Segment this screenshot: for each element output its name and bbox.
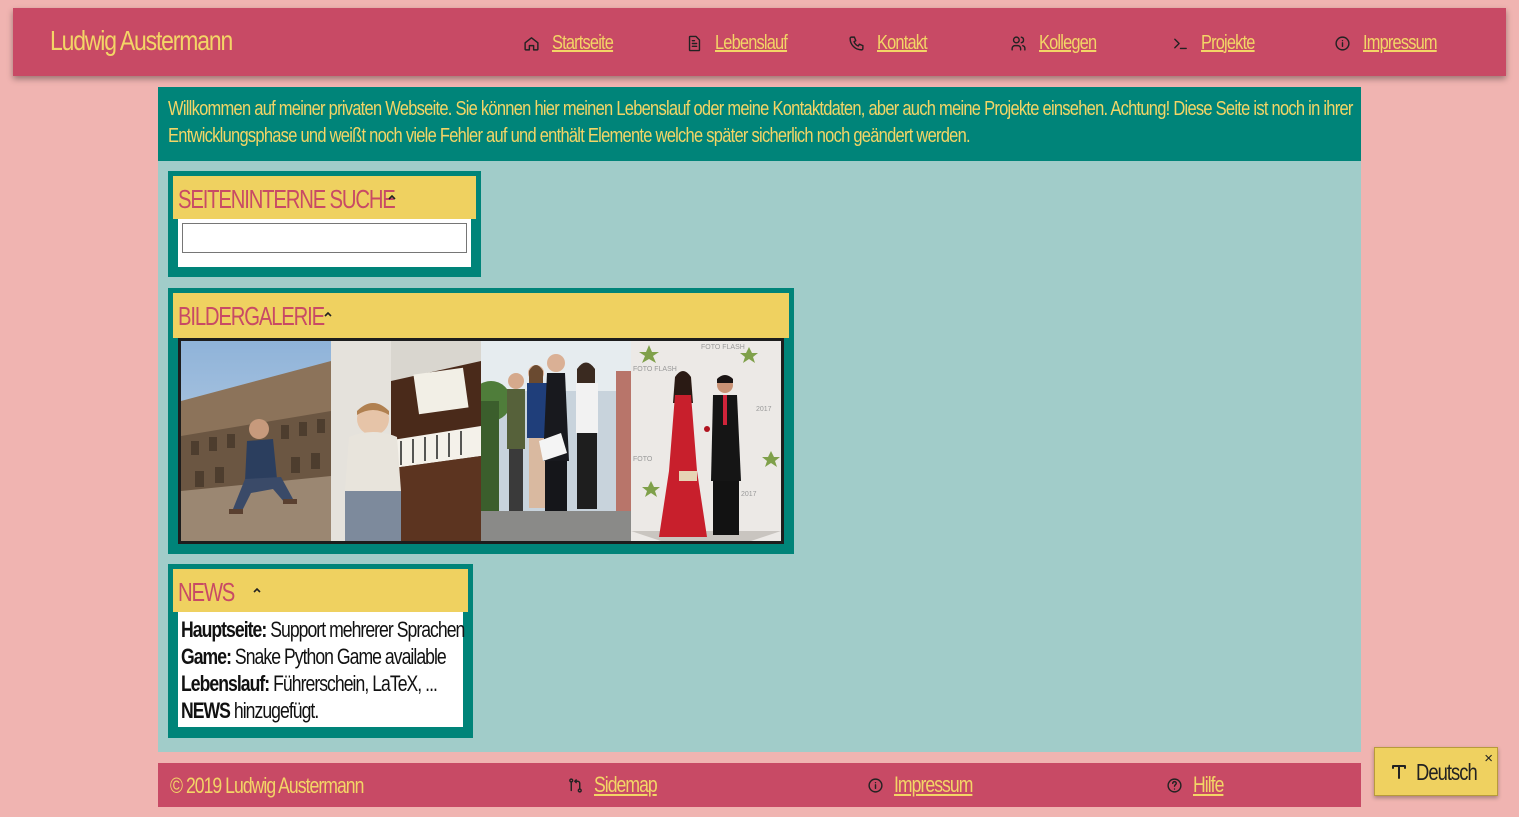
news-item-label: NEWS — [181, 698, 231, 723]
nav-impressum[interactable]: Impressum — [1334, 30, 1453, 56]
nav-lebenslauf[interactable]: Lebenslauf — [686, 30, 803, 56]
sitemap-icon — [569, 777, 582, 793]
help-icon — [1167, 777, 1182, 793]
news-item-text: hinzugefügt. — [229, 698, 319, 723]
news-item: NEWS hinzugefügt. — [181, 697, 319, 724]
language-switcher[interactable]: Deutsch × — [1374, 747, 1498, 796]
nav-label: Projekte — [1201, 31, 1255, 54]
footer-link-label: Sidemap — [594, 772, 658, 797]
news-widget: NEWS Hauptseite: Support mehrerer Sprach… — [168, 564, 473, 738]
language-label: Deutsch — [1416, 759, 1478, 785]
svg-text:FOTO: FOTO — [633, 456, 653, 463]
nav-kontakt[interactable]: Kontakt — [848, 30, 938, 56]
welcome-banner: Willkommen auf meiner privaten Webseite.… — [158, 87, 1361, 161]
news-item: Lebenslauf: Führerschein, LaTeX, ... — [181, 670, 438, 697]
site-header: Ludwig Austermann Startseite Lebenslauf … — [13, 8, 1506, 76]
search-widget-body — [178, 219, 471, 267]
gallery-widget-title: BILDERGALERIE — [178, 301, 325, 331]
info-icon — [1335, 35, 1350, 51]
phone-icon — [849, 35, 864, 51]
document-icon — [688, 35, 701, 51]
svg-text:2017: 2017 — [756, 406, 772, 413]
news-item-text: Snake Python Game available — [230, 644, 447, 669]
footer-link-hilfe[interactable]: Hilfe — [1166, 772, 1231, 798]
chevron-up-icon[interactable] — [386, 191, 398, 203]
footer-link-label: Hilfe — [1193, 772, 1224, 797]
news-item-label: Hauptseite: — [181, 617, 267, 642]
footer-link-label: Impressum — [894, 772, 973, 797]
text-icon — [1392, 765, 1406, 779]
gallery-strip: FOTO FLASH FOTO FLASH 2017 FOTO 2017 — [178, 338, 784, 544]
nav-kollegen[interactable]: Kollegen — [1010, 30, 1109, 56]
news-item: Hauptseite: Support mehrerer Sprachen — [181, 616, 465, 643]
gallery-photo[interactable]: FOTO FLASH FOTO FLASH 2017 FOTO 2017 — [631, 341, 781, 541]
chevron-up-icon[interactable] — [322, 308, 334, 320]
svg-text:FOTO FLASH: FOTO FLASH — [633, 366, 677, 373]
info-icon — [868, 777, 883, 793]
news-item-label: Game: — [181, 644, 232, 669]
news-item-label: Lebenslauf: — [181, 671, 270, 696]
news-list: Hauptseite: Support mehrerer Sprachen Ga… — [178, 612, 465, 727]
gallery-widget-header[interactable]: BILDERGALERIE — [173, 293, 789, 338]
news-item-text: Führerschein, LaTeX, ... — [269, 671, 438, 696]
news-item: Game: Snake Python Game available — [181, 643, 447, 670]
search-widget-title: SEITENINTERNE SUCHE — [178, 184, 396, 214]
svg-text:FOTO FLASH: FOTO FLASH — [701, 344, 745, 351]
copyright-text: © 2019 Ludwig Austermann — [170, 773, 364, 798]
nav-label: Kollegen — [1039, 31, 1097, 54]
nav-label: Lebenslauf — [715, 31, 788, 54]
nav-label: Startseite — [552, 31, 614, 54]
terminal-icon — [1174, 38, 1187, 49]
site-footer: © 2019 Ludwig Austermann Sidemap Impress… — [158, 763, 1361, 807]
welcome-text: Willkommen auf meiner privaten Webseite.… — [168, 98, 1353, 147]
news-item-text: Support mehrerer Sprachen — [266, 617, 465, 642]
nav-projekte[interactable]: Projekte — [1172, 30, 1266, 56]
users-icon — [1011, 35, 1026, 51]
nav-label: Impressum — [1363, 31, 1438, 54]
search-widget-header[interactable]: SEITENINTERNE SUCHE — [173, 176, 476, 219]
search-input[interactable] — [182, 223, 467, 253]
svg-text:2017: 2017 — [741, 491, 757, 498]
gallery-photo[interactable] — [481, 341, 631, 541]
chevron-up-icon[interactable] — [251, 584, 263, 596]
footer-link-sidemap[interactable]: Sidemap — [567, 772, 672, 798]
news-widget-header[interactable]: NEWS — [173, 569, 468, 612]
gallery-photo[interactable] — [331, 341, 481, 541]
gallery-photo[interactable] — [181, 341, 331, 541]
main-content: Willkommen auf meiner privaten Webseite.… — [158, 87, 1361, 752]
nav-startseite[interactable]: Startseite — [523, 30, 626, 56]
close-icon[interactable]: × — [1484, 751, 1493, 766]
site-title[interactable]: Ludwig Austermann — [50, 25, 233, 57]
search-widget: SEITENINTERNE SUCHE — [168, 171, 481, 277]
home-icon — [524, 36, 539, 51]
news-widget-title: NEWS — [178, 577, 235, 607]
gallery-widget: BILDERGALERIE FOTO FLASH FOTO FLASH 2017… — [168, 288, 794, 554]
footer-link-impressum[interactable]: Impressum — [867, 772, 992, 798]
nav-label: Kontakt — [877, 31, 928, 54]
